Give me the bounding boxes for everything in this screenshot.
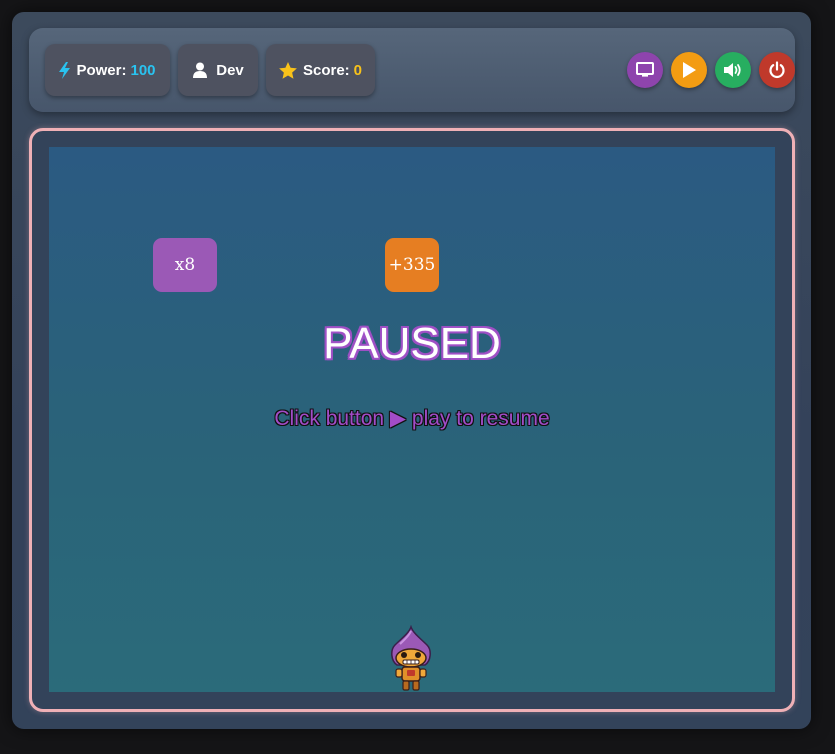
score-value: 0: [353, 61, 363, 79]
player-character: [387, 624, 435, 692]
resume-hint: Click button ▶ play to resume: [274, 407, 550, 430]
play-button[interactable]: [671, 52, 707, 88]
score-stat: Score: 0: [266, 44, 375, 96]
user-stat: Dev: [178, 44, 258, 96]
power-icon: [768, 61, 786, 79]
sound-button[interactable]: [715, 52, 751, 88]
screen-button[interactable]: [627, 52, 663, 88]
bonus-tile: +335: [385, 238, 439, 292]
lightning-bolt-icon: [59, 61, 71, 79]
game-frame: x8 +335 PAUSED Click button ▶ play to re…: [29, 128, 795, 712]
paused-title: PAUSED: [323, 319, 501, 368]
game-app-window: Power: 100 Dev Score: 0 x8 +335 PAUSED C…: [12, 12, 811, 729]
play-icon: [681, 61, 697, 79]
user-name: Dev: [216, 61, 244, 79]
score-label: Score:: [302, 61, 350, 79]
volume-icon: [723, 62, 743, 78]
multiplier-tile: x8: [153, 238, 217, 292]
star-icon: [279, 61, 297, 79]
power-stat: Power: 100: [45, 44, 170, 96]
user-icon: [192, 62, 208, 78]
power-label: Power:: [76, 61, 127, 79]
power-value: 100: [130, 61, 156, 79]
top-bar: Power: 100 Dev Score: 0: [29, 28, 795, 112]
power-button[interactable]: [759, 52, 795, 88]
game-canvas[interactable]: x8 +335 PAUSED Click button ▶ play to re…: [49, 147, 775, 692]
monitor-icon: [636, 62, 654, 78]
